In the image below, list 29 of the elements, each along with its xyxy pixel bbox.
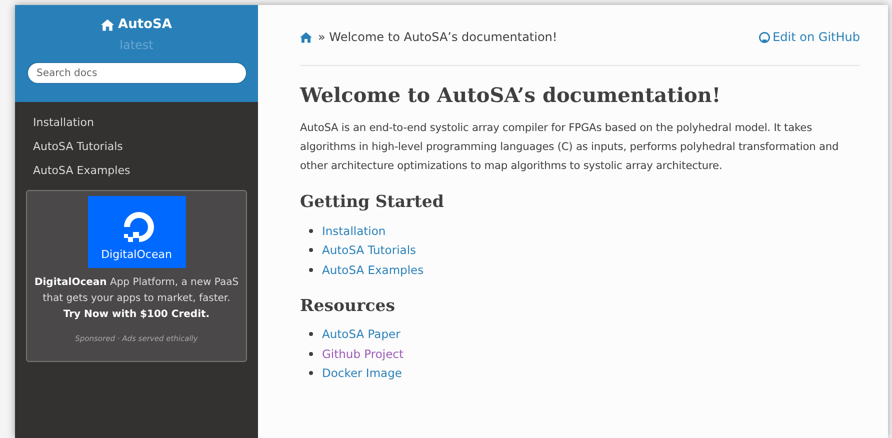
section-heading: Getting Started — [300, 192, 445, 211]
search-field[interactable]: Search docs — [26, 62, 246, 84]
doc-link[interactable]: Docker Image — [322, 366, 402, 380]
ad-logo[interactable]: DigitalOcean — [88, 196, 186, 268]
doc-link[interactable]: Github Project — [322, 346, 404, 361]
project-title[interactable]: AutoSA — [118, 17, 172, 32]
edit-on-github-link[interactable]: Edit on GitHub — [758, 30, 860, 44]
bullet-icon — [309, 371, 313, 376]
home-icon[interactable] — [300, 32, 312, 42]
intro-paragraph: AutoSA is an end-to-end systolic array compiler for FPGAs based on the polyhedral model. It takes algorithms in high-level programming languages (C) as inputs, performs polyhedral transformation and other architecture optimizations to map algorithms to systolic array architecture. — [300, 121, 840, 174]
doc-link[interactable]: AutoSA Examples — [322, 262, 424, 277]
doc-link[interactable]: AutoSA Paper — [322, 327, 400, 342]
version-label: latest — [120, 38, 154, 52]
bullet-icon — [309, 248, 313, 252]
sidebar-item[interactable]: AutoSA Tutorials — [33, 138, 258, 156]
section-heading: Resources — [300, 296, 396, 314]
breadcrumb: » Welcome to AutoSA’s documentation! — [318, 30, 558, 44]
bullet-icon — [309, 268, 313, 272]
home-icon[interactable] — [101, 18, 114, 30]
sidebar-item[interactable]: Installation — [33, 114, 258, 132]
bullet-icon — [309, 352, 313, 356]
page-title: Welcome to AutoSA’s documentation! — [300, 83, 722, 107]
bullet-icon — [309, 228, 313, 233]
sidebar-item[interactable]: AutoSA Examples — [33, 162, 258, 180]
doc-link[interactable]: AutoSA Tutorials — [322, 243, 416, 258]
github-icon — [758, 32, 770, 42]
doc-link[interactable]: Installation — [322, 224, 386, 238]
bullet-icon — [309, 332, 313, 336]
ad-text[interactable]: DigitalOcean App Platform, a new PaaS that gets your apps to market, faster. Try Now with $100 Credit. — [27, 275, 246, 323]
